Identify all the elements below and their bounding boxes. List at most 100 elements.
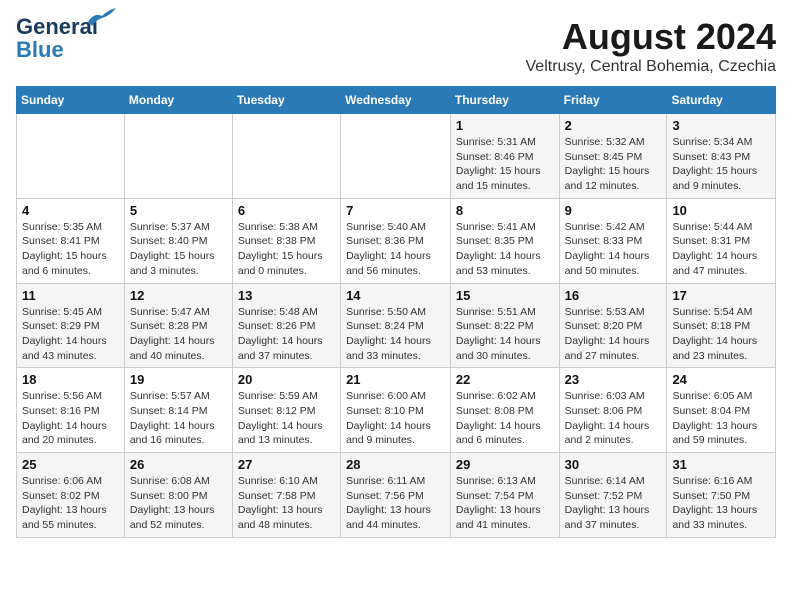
title-block: August 2024 Veltrusy, Central Bohemia, C…	[526, 16, 776, 76]
day-of-week-header: Wednesday	[341, 87, 451, 114]
calendar-cell: 21 Sunrise: 6:00 AM Sunset: 8:10 PM Dayli…	[341, 368, 451, 453]
calendar-cell: 7 Sunrise: 5:40 AM Sunset: 8:36 PM Daylig…	[341, 198, 451, 283]
day-info: Sunrise: 6:11 AM Sunset: 7:56 PM Dayligh…	[346, 474, 445, 533]
calendar-cell	[17, 114, 125, 199]
day-info: Sunrise: 6:13 AM Sunset: 7:54 PM Dayligh…	[456, 474, 554, 533]
calendar-cell: 25Sunrise: 6:06 AM Sunset: 8:02 PM Dayli…	[17, 453, 125, 538]
calendar-cell: 26Sunrise: 6:08 AM Sunset: 8:00 PM Dayli…	[124, 453, 232, 538]
day-info: Sunrise: 5:53 AM Sunset: 8:20 PM Dayligh…	[565, 305, 662, 364]
calendar-cell	[124, 114, 232, 199]
day-number: 20	[238, 372, 335, 387]
day-number: 15	[456, 288, 554, 303]
day-of-week-header: Tuesday	[232, 87, 340, 114]
calendar-cell: 13 Sunrise: 5:48 AM Sunset: 8:26 PM Dayli…	[232, 283, 340, 368]
day-info: Sunrise: 5:56 AM Sunset: 8:16 PM Dayligh…	[22, 389, 119, 448]
calendar-cell: 20 Sunrise: 5:59 AM Sunset: 8:12 PM Dayli…	[232, 368, 340, 453]
day-number: 25	[22, 457, 119, 472]
calendar-week-row: 25Sunrise: 6:06 AM Sunset: 8:02 PM Dayli…	[17, 453, 776, 538]
calendar-cell: 8 Sunrise: 5:41 AM Sunset: 8:35 PM Daylig…	[450, 198, 559, 283]
day-number: 13	[238, 288, 335, 303]
day-number: 16	[565, 288, 662, 303]
day-info: Sunrise: 5:32 AM Sunset: 8:45 PM Dayligh…	[565, 135, 662, 194]
calendar-week-row: 4 Sunrise: 5:35 AM Sunset: 8:41 PM Daylig…	[17, 198, 776, 283]
day-info: Sunrise: 6:00 AM Sunset: 8:10 PM Dayligh…	[346, 389, 445, 448]
day-number: 19	[130, 372, 227, 387]
day-number: 1	[456, 118, 554, 133]
day-number: 8	[456, 203, 554, 218]
day-info: Sunrise: 6:14 AM Sunset: 7:52 PM Dayligh…	[565, 474, 662, 533]
day-number: 4	[22, 203, 119, 218]
calendar-cell: 16 Sunrise: 5:53 AM Sunset: 8:20 PM Dayli…	[559, 283, 667, 368]
day-number: 28	[346, 457, 445, 472]
day-info: Sunrise: 5:45 AM Sunset: 8:29 PM Dayligh…	[22, 305, 119, 364]
day-info: Sunrise: 5:44 AM Sunset: 8:31 PM Dayligh…	[672, 220, 770, 279]
logo-text: General Blue	[16, 14, 98, 62]
day-info: Sunrise: 5:35 AM Sunset: 8:41 PM Dayligh…	[22, 220, 119, 279]
day-info: Sunrise: 5:57 AM Sunset: 8:14 PM Dayligh…	[130, 389, 227, 448]
day-info: Sunrise: 5:37 AM Sunset: 8:40 PM Dayligh…	[130, 220, 227, 279]
day-info: Sunrise: 5:42 AM Sunset: 8:33 PM Dayligh…	[565, 220, 662, 279]
calendar-cell: 15 Sunrise: 5:51 AM Sunset: 8:22 PM Dayli…	[450, 283, 559, 368]
day-number: 23	[565, 372, 662, 387]
day-number: 2	[565, 118, 662, 133]
calendar-cell: 9 Sunrise: 5:42 AM Sunset: 8:33 PM Daylig…	[559, 198, 667, 283]
calendar-cell: 4 Sunrise: 5:35 AM Sunset: 8:41 PM Daylig…	[17, 198, 125, 283]
calendar-cell: 30 Sunrise: 6:14 AM Sunset: 7:52 PM Dayli…	[559, 453, 667, 538]
day-number: 9	[565, 203, 662, 218]
day-number: 10	[672, 203, 770, 218]
day-number: 31	[672, 457, 770, 472]
calendar-cell: 18 Sunrise: 5:56 AM Sunset: 8:16 PM Dayli…	[17, 368, 125, 453]
day-of-week-header: Sunday	[17, 87, 125, 114]
day-of-week-header: Friday	[559, 87, 667, 114]
day-info: Sunrise: 5:59 AM Sunset: 8:12 PM Dayligh…	[238, 389, 335, 448]
day-number: 24	[672, 372, 770, 387]
day-info: Sunrise: 6:05 AM Sunset: 8:04 PM Dayligh…	[672, 389, 770, 448]
calendar-body: 1 Sunrise: 5:31 AM Sunset: 8:46 PM Daylig…	[17, 114, 776, 538]
calendar-cell: 23 Sunrise: 6:03 AM Sunset: 8:06 PM Dayli…	[559, 368, 667, 453]
day-number: 21	[346, 372, 445, 387]
day-info: Sunrise: 6:03 AM Sunset: 8:06 PM Dayligh…	[565, 389, 662, 448]
calendar-cell: 12Sunrise: 5:47 AM Sunset: 8:28 PM Dayli…	[124, 283, 232, 368]
calendar-cell: 3Sunrise: 5:34 AM Sunset: 8:43 PM Daylig…	[667, 114, 776, 199]
day-number: 29	[456, 457, 554, 472]
day-info: Sunrise: 5:41 AM Sunset: 8:35 PM Dayligh…	[456, 220, 554, 279]
day-info: Sunrise: 5:38 AM Sunset: 8:38 PM Dayligh…	[238, 220, 335, 279]
calendar-cell: 31Sunrise: 6:16 AM Sunset: 7:50 PM Dayli…	[667, 453, 776, 538]
calendar-cell: 28 Sunrise: 6:11 AM Sunset: 7:56 PM Dayli…	[341, 453, 451, 538]
day-number: 18	[22, 372, 119, 387]
day-info: Sunrise: 6:10 AM Sunset: 7:58 PM Dayligh…	[238, 474, 335, 533]
day-of-week-header: Monday	[124, 87, 232, 114]
calendar-cell	[341, 114, 451, 199]
day-number: 26	[130, 457, 227, 472]
day-number: 17	[672, 288, 770, 303]
calendar-cell: 17Sunrise: 5:54 AM Sunset: 8:18 PM Dayli…	[667, 283, 776, 368]
calendar-cell: 27 Sunrise: 6:10 AM Sunset: 7:58 PM Dayli…	[232, 453, 340, 538]
calendar-cell: 10 Sunrise: 5:44 AM Sunset: 8:31 PM Dayli…	[667, 198, 776, 283]
day-number: 11	[22, 288, 119, 303]
calendar-subtitle: Veltrusy, Central Bohemia, Czechia	[526, 58, 776, 76]
day-number: 14	[346, 288, 445, 303]
logo: General Blue	[16, 16, 98, 62]
day-info: Sunrise: 5:34 AM Sunset: 8:43 PM Dayligh…	[672, 135, 770, 194]
calendar-week-row: 1 Sunrise: 5:31 AM Sunset: 8:46 PM Daylig…	[17, 114, 776, 199]
day-info: Sunrise: 5:48 AM Sunset: 8:26 PM Dayligh…	[238, 305, 335, 364]
calendar-cell: 1 Sunrise: 5:31 AM Sunset: 8:46 PM Daylig…	[450, 114, 559, 199]
calendar-cell	[232, 114, 340, 199]
calendar-cell: 19 Sunrise: 5:57 AM Sunset: 8:14 PM Dayli…	[124, 368, 232, 453]
logo-bird-icon	[88, 8, 116, 26]
day-info: Sunrise: 5:51 AM Sunset: 8:22 PM Dayligh…	[456, 305, 554, 364]
day-info: Sunrise: 6:02 AM Sunset: 8:08 PM Dayligh…	[456, 389, 554, 448]
day-number: 5	[130, 203, 227, 218]
day-number: 27	[238, 457, 335, 472]
day-number: 12	[130, 288, 227, 303]
calendar-cell: 22 Sunrise: 6:02 AM Sunset: 8:08 PM Dayli…	[450, 368, 559, 453]
day-number: 22	[456, 372, 554, 387]
day-number: 6	[238, 203, 335, 218]
day-info: Sunrise: 5:40 AM Sunset: 8:36 PM Dayligh…	[346, 220, 445, 279]
day-info: Sunrise: 5:31 AM Sunset: 8:46 PM Dayligh…	[456, 135, 554, 194]
day-number: 30	[565, 457, 662, 472]
calendar-cell: 5 Sunrise: 5:37 AM Sunset: 8:40 PM Daylig…	[124, 198, 232, 283]
calendar-week-row: 11 Sunrise: 5:45 AM Sunset: 8:29 PM Dayli…	[17, 283, 776, 368]
calendar-cell: 24 Sunrise: 6:05 AM Sunset: 8:04 PM Dayli…	[667, 368, 776, 453]
day-number: 7	[346, 203, 445, 218]
